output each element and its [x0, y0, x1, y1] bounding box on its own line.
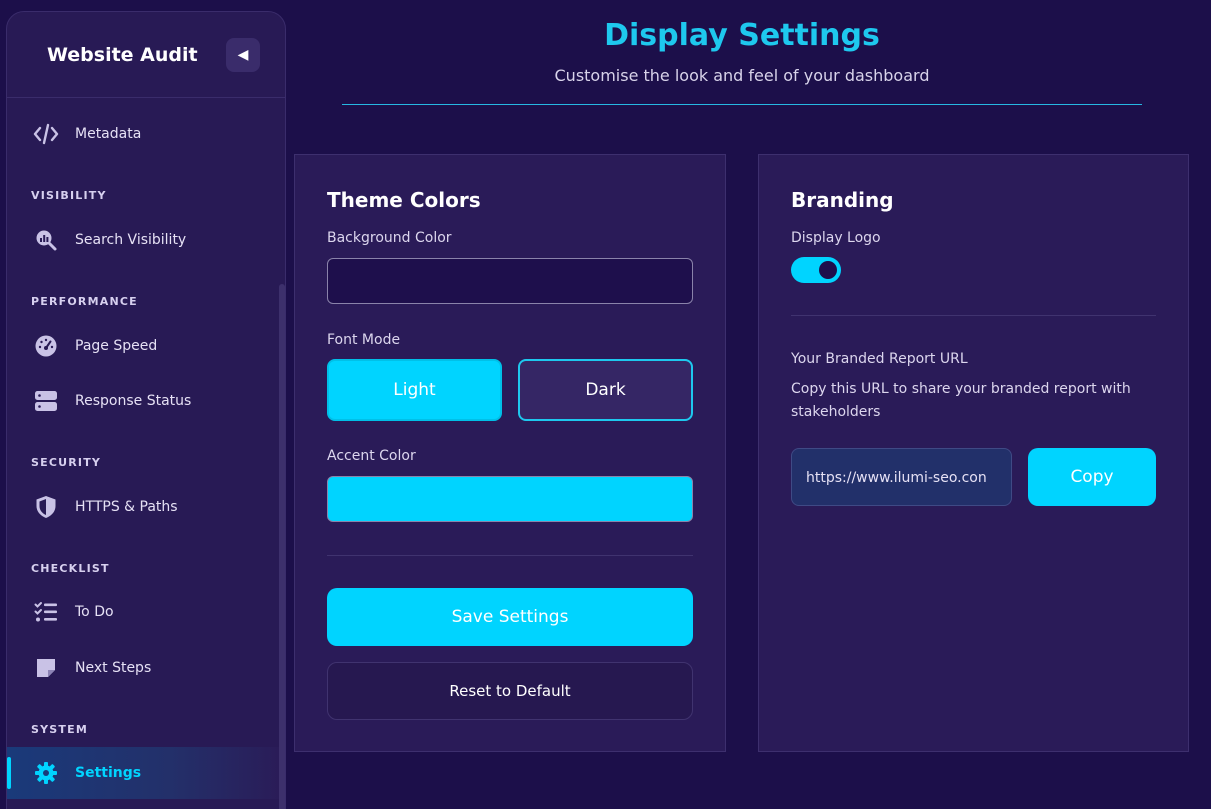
note-icon — [32, 654, 60, 682]
search-chart-icon — [32, 226, 60, 254]
display-logo-label: Display Logo — [791, 230, 881, 246]
accent-color-picker[interactable] — [327, 476, 693, 522]
gear-icon — [32, 759, 60, 787]
section-performance: PERFORMANCE — [31, 295, 138, 308]
shield-icon — [32, 493, 60, 521]
sidebar-item-label: Next Steps — [75, 660, 152, 676]
branded-url-heading: Your Branded Report URL — [791, 351, 968, 367]
sidebar-item-label: Metadata — [75, 126, 142, 142]
sidebar-item-search-visibility[interactable]: Search Visibility — [7, 214, 279, 266]
font-mode-dark-button[interactable]: Dark — [518, 359, 693, 421]
theme-colors-title: Theme Colors — [327, 188, 481, 212]
section-security: SECURITY — [31, 456, 102, 469]
code-icon — [32, 120, 60, 148]
sidebar-item-https-paths[interactable]: HTTPS & Paths — [7, 481, 279, 533]
background-color-label: Background Color — [327, 230, 452, 246]
branding-card: Branding Display Logo Your Branded Repor… — [758, 154, 1189, 752]
branded-url-input[interactable]: https://www.ilumi-seo.con — [791, 448, 1012, 506]
sidebar-item-page-speed[interactable]: Page Speed — [7, 320, 279, 372]
triangle-left-icon: ◀ — [237, 47, 249, 63]
sidebar-scrollbar[interactable] — [279, 284, 285, 809]
collapse-sidebar-button[interactable]: ◀ — [226, 38, 260, 72]
branding-title: Branding — [791, 188, 894, 212]
sidebar-item-label: Settings — [75, 765, 142, 781]
sidebar-item-settings[interactable]: Settings — [7, 747, 279, 799]
sidebar-header: Website Audit ◀ — [7, 12, 285, 98]
toggle-knob — [819, 261, 837, 279]
theme-colors-card: Theme Colors Background Color Font Mode … — [294, 154, 726, 752]
checklist-icon — [32, 598, 60, 626]
server-icon — [32, 387, 60, 415]
speedometer-icon — [32, 332, 60, 360]
display-logo-toggle[interactable] — [791, 257, 841, 283]
sidebar-item-to-do[interactable]: To Do — [7, 586, 279, 638]
save-settings-button[interactable]: Save Settings — [327, 588, 693, 646]
accent-color-label: Accent Color — [327, 448, 416, 464]
sidebar-item-next-steps[interactable]: Next Steps — [7, 642, 279, 694]
sidebar-item-label: Response Status — [75, 393, 192, 409]
branding-divider — [791, 315, 1156, 316]
section-visibility: VISIBILITY — [31, 189, 107, 202]
background-color-picker[interactable] — [327, 258, 693, 304]
theme-divider — [327, 555, 693, 556]
section-checklist: CHECKLIST — [31, 562, 110, 575]
sidebar-item-response-status[interactable]: Response Status — [7, 375, 279, 427]
copy-url-button[interactable]: Copy — [1028, 448, 1156, 506]
branded-url-description: Copy this URL to share your branded repo… — [791, 381, 1131, 420]
page-title: Display Settings — [604, 18, 880, 53]
font-mode-label: Font Mode — [327, 332, 401, 348]
sidebar: Website Audit ◀ Metadata VISIBILITY Sear… — [6, 11, 286, 809]
section-system: SYSTEM — [31, 723, 88, 736]
sidebar-title: Website Audit — [47, 43, 198, 66]
sidebar-item-label: To Do — [75, 604, 114, 620]
app-root: Website Audit ◀ Metadata VISIBILITY Sear… — [0, 0, 1211, 809]
font-mode-light-button[interactable]: Light — [327, 359, 502, 421]
sidebar-item-metadata[interactable]: Metadata — [7, 108, 279, 160]
page-subtitle: Customise the look and feel of your dash… — [554, 66, 930, 85]
sidebar-item-label: Page Speed — [75, 338, 158, 354]
header-divider — [342, 104, 1142, 105]
reset-default-button[interactable]: Reset to Default — [327, 662, 693, 720]
sidebar-item-label: Search Visibility — [75, 232, 187, 248]
sidebar-item-label: HTTPS & Paths — [75, 499, 178, 515]
